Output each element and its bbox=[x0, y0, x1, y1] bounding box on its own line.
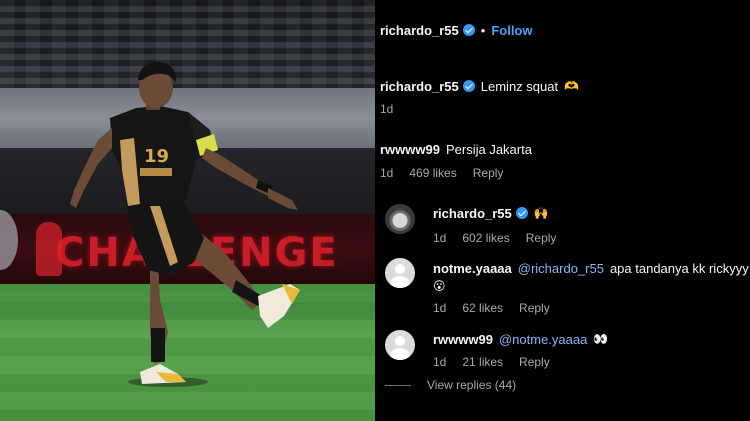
comment-username[interactable]: rwwww99 bbox=[380, 142, 440, 157]
follow-button[interactable]: Follow bbox=[491, 23, 532, 38]
reply-item: notme.yaaaa @richardo_r55 apa tandanya k… bbox=[433, 260, 750, 276]
view-replies-label[interactable]: View replies (44) bbox=[427, 378, 516, 392]
reply-username[interactable]: richardo_r55 bbox=[433, 206, 512, 221]
reply-username[interactable]: notme.yaaaa bbox=[433, 261, 512, 276]
reply-item: richardo_r55 🙌 bbox=[433, 205, 750, 221]
reply-meta: 1d 62 likes Reply bbox=[433, 301, 750, 315]
reply-username[interactable]: rwwww99 bbox=[433, 332, 493, 347]
reply-button[interactable]: Reply bbox=[519, 301, 550, 315]
comment-likes[interactable]: 469 likes bbox=[409, 166, 456, 180]
reply-timestamp: 1d bbox=[433, 355, 447, 369]
reply-mention[interactable]: @notme.yaaaa bbox=[499, 332, 587, 347]
reply-meta: 1d 21 likes Reply bbox=[433, 355, 750, 369]
heart-hands-emoji-icon: 🫶 bbox=[564, 79, 580, 93]
view-replies-divider bbox=[385, 384, 411, 386]
reply-text-continued: 😮 bbox=[433, 278, 750, 294]
header-separator: • bbox=[480, 22, 486, 38]
post-photo: CHALLENGE 19 bbox=[0, 0, 375, 421]
verified-badge-icon bbox=[462, 24, 475, 36]
comment-meta: 1d 469 likes Reply bbox=[380, 166, 750, 180]
post-author-username[interactable]: richardo_r55 bbox=[380, 23, 459, 38]
reply-timestamp: 1d bbox=[433, 301, 447, 315]
comment-timestamp: 1d bbox=[380, 166, 394, 180]
reply-item: rwwww99 @notme.yaaaa 👀 bbox=[433, 331, 750, 347]
reply-timestamp: 1d bbox=[433, 231, 447, 245]
caption-timestamp: 1d bbox=[380, 102, 394, 116]
reply-likes[interactable]: 62 likes bbox=[462, 301, 503, 315]
avatar[interactable] bbox=[385, 330, 415, 360]
comment-text: Persija Jakarta bbox=[445, 141, 532, 157]
caption-username[interactable]: richardo_r55 bbox=[380, 79, 459, 94]
raised-hands-emoji-icon: 🙌 bbox=[533, 206, 549, 220]
verified-badge-icon bbox=[462, 80, 475, 92]
reply-text: apa tandanya kk rickyyy bbox=[609, 260, 749, 276]
surprised-face-emoji-icon: 😮 bbox=[433, 279, 446, 293]
eyes-emoji-icon: 👀 bbox=[593, 332, 609, 346]
comment-item: rwwww99 Persija Jakarta bbox=[380, 141, 750, 157]
comments-panel: richardo_r55 • Follow richardo_r55 Lemin… bbox=[375, 0, 750, 421]
view-replies-link[interactable]: View replies (44) bbox=[385, 378, 750, 392]
reply-likes[interactable]: 602 likes bbox=[462, 231, 509, 245]
reply-likes[interactable]: 21 likes bbox=[462, 355, 503, 369]
reply-button[interactable]: Reply bbox=[519, 355, 550, 369]
caption-meta: 1d bbox=[380, 102, 750, 116]
verified-badge-icon bbox=[515, 207, 528, 219]
reply-button[interactable]: Reply bbox=[473, 166, 504, 180]
reply-meta: 1d 602 likes Reply bbox=[433, 231, 750, 245]
reply-button[interactable]: Reply bbox=[526, 231, 557, 245]
football-player: 19 bbox=[70, 62, 300, 387]
post-header: richardo_r55 • Follow bbox=[380, 22, 750, 38]
jersey-number: 19 bbox=[144, 146, 169, 167]
reply-mention[interactable]: @richardo_r55 bbox=[518, 261, 604, 276]
caption-text: Leminz squat bbox=[480, 78, 559, 94]
post-caption: richardo_r55 Leminz squat 🫶 bbox=[380, 78, 750, 94]
avatar[interactable] bbox=[385, 258, 415, 288]
avatar[interactable] bbox=[385, 204, 415, 234]
